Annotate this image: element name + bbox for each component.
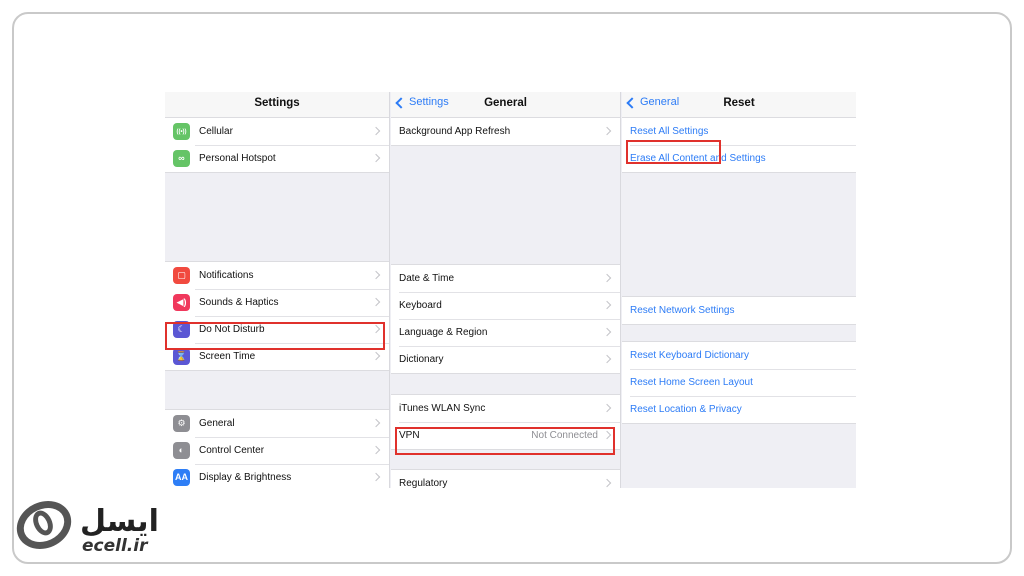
- row-itunes-wlan-sync[interactable]: iTunes WLAN Sync: [391, 395, 620, 422]
- general-panel: Settings General Background App Refresh D…: [391, 92, 621, 488]
- row-personal-hotspot[interactable]: ∞ Personal Hotspot: [165, 145, 389, 172]
- row-sounds-and-haptics[interactable]: ◀) Sounds & Haptics: [165, 289, 389, 316]
- row-do-not-disturb[interactable]: ☾ Do Not Disturb: [165, 316, 389, 343]
- row-label: Reset All Settings: [630, 126, 709, 137]
- chevron-right-icon: [602, 300, 612, 310]
- chevron-right-icon: [371, 472, 381, 482]
- row-detail: Not Connected: [531, 430, 598, 441]
- chevron-right-icon: [371, 153, 381, 163]
- row-label: Reset Keyboard Dictionary: [630, 350, 749, 361]
- row-label: Do Not Disturb: [199, 324, 265, 335]
- chevron-right-icon: [371, 351, 381, 361]
- row-label: Control Center: [199, 445, 265, 456]
- chevron-right-icon: [602, 354, 612, 364]
- row-date-and-time[interactable]: Date & Time: [391, 265, 620, 292]
- panel2-group-1: Background App Refresh: [391, 117, 620, 146]
- gear-icon: ⚙: [173, 415, 190, 432]
- row-label: Screen Time: [199, 351, 256, 362]
- row-reset-home-screen-layout[interactable]: Reset Home Screen Layout: [622, 369, 856, 396]
- row-erase-all-content-and-settings[interactable]: Erase All Content and Settings: [622, 145, 856, 172]
- panel1-group-1: ((•)) Cellular ∞ Personal Hotspot: [165, 117, 389, 173]
- row-label: Sounds & Haptics: [199, 297, 279, 308]
- chevron-right-icon: [371, 297, 381, 307]
- row-label: Regulatory: [399, 478, 448, 488]
- chevron-right-icon: [602, 430, 612, 440]
- row-control-center[interactable]: ◐ Control Center: [165, 437, 389, 464]
- row-label: VPN: [399, 430, 420, 441]
- settings-panel: Settings ((•)) Cellular ∞ Personal Hotspot ▢…: [165, 92, 390, 488]
- panel1-group-3: ⚙ General ◐ Control Center AA Display & Brigh…: [165, 409, 389, 488]
- row-cellular[interactable]: ((•)) Cellular: [165, 118, 389, 145]
- settings-navbar: Settings: [165, 92, 389, 118]
- row-screen-time[interactable]: ⌛ Screen Time: [165, 343, 389, 370]
- chevron-right-icon: [602, 327, 612, 337]
- chevron-right-icon: [371, 126, 381, 136]
- row-label: Keyboard: [399, 300, 442, 311]
- cellular-icon: ((•)): [173, 123, 190, 140]
- hourglass-icon: ⌛: [173, 348, 190, 365]
- control-center-icon: ◐: [173, 442, 190, 459]
- row-regulatory[interactable]: Regulatory: [391, 470, 620, 488]
- row-label: Date & Time: [399, 273, 455, 284]
- row-label: Notifications: [199, 270, 254, 281]
- logo-domain-text: ecell.ir: [82, 536, 148, 556]
- ecell-logo: ایسل ecell.ir: [8, 492, 180, 570]
- row-language-and-region[interactable]: Language & Region: [391, 319, 620, 346]
- panel3-group-2: Reset Network Settings: [622, 296, 856, 325]
- row-label: Reset Location & Privacy: [630, 404, 742, 415]
- settings-screenshot: Settings ((•)) Cellular ∞ Personal Hotspot ▢…: [165, 92, 856, 488]
- row-label: Dictionary: [399, 354, 444, 365]
- chevron-right-icon: [602, 478, 612, 488]
- panel2-group-4: Regulatory: [391, 469, 620, 488]
- panel2-group-3: iTunes WLAN Sync VPN Not Connected: [391, 394, 620, 450]
- page-title: Settings: [254, 97, 300, 109]
- chevron-right-icon: [371, 418, 381, 428]
- row-dictionary[interactable]: Dictionary: [391, 346, 620, 373]
- moon-icon: ☾: [173, 321, 190, 338]
- row-label: Reset Network Settings: [630, 305, 735, 316]
- panel3-group-3: Reset Keyboard Dictionary Reset Home Scre…: [622, 341, 856, 424]
- row-general[interactable]: ⚙ General: [165, 410, 389, 437]
- chevron-right-icon: [371, 445, 381, 455]
- sounds-icon: ◀): [173, 294, 190, 311]
- panel1-group-2: ▢ Notifications ◀) Sounds & Haptics ☾ Do Not …: [165, 261, 389, 371]
- row-label: Display & Brightness: [199, 472, 292, 483]
- row-label: Language & Region: [399, 327, 488, 338]
- row-label: General: [199, 418, 235, 429]
- chevron-right-icon: [371, 324, 381, 334]
- row-keyboard[interactable]: Keyboard: [391, 292, 620, 319]
- row-reset-all-settings[interactable]: Reset All Settings: [622, 118, 856, 145]
- general-navbar: Settings General: [391, 92, 620, 118]
- chevron-right-icon: [602, 126, 612, 136]
- notifications-icon: ▢: [173, 267, 190, 284]
- logo-persian-text: ایسل: [80, 504, 159, 539]
- row-display-and-brightness[interactable]: AA Display & Brightness: [165, 464, 389, 488]
- row-notifications[interactable]: ▢ Notifications: [165, 262, 389, 289]
- row-label: Reset Home Screen Layout: [630, 377, 753, 388]
- row-reset-network-settings[interactable]: Reset Network Settings: [622, 297, 856, 324]
- row-label: Erase All Content and Settings: [630, 153, 766, 164]
- row-reset-location-and-privacy[interactable]: Reset Location & Privacy: [622, 396, 856, 423]
- row-reset-keyboard-dictionary[interactable]: Reset Keyboard Dictionary: [622, 342, 856, 369]
- panel2-group-2: Date & Time Keyboard Language & Region Dict…: [391, 264, 620, 374]
- chevron-right-icon: [602, 403, 612, 413]
- row-label: iTunes WLAN Sync: [399, 403, 486, 414]
- row-label: Background App Refresh: [399, 126, 511, 137]
- row-vpn[interactable]: VPN Not Connected: [391, 422, 620, 449]
- chevron-right-icon: [371, 270, 381, 280]
- row-label: Personal Hotspot: [199, 153, 276, 164]
- row-background-app-refresh[interactable]: Background App Refresh: [391, 118, 620, 145]
- reset-navbar: General Reset: [622, 92, 856, 118]
- display-icon: AA: [173, 469, 190, 486]
- row-label: Cellular: [199, 126, 233, 137]
- reset-panel: General Reset Reset All Settings Erase Al…: [622, 92, 856, 488]
- panel3-group-1: Reset All Settings Erase All Content and …: [622, 117, 856, 173]
- page-title: General: [484, 97, 527, 109]
- chevron-right-icon: [602, 273, 612, 283]
- hotspot-icon: ∞: [173, 150, 190, 167]
- page-title: Reset: [723, 97, 755, 109]
